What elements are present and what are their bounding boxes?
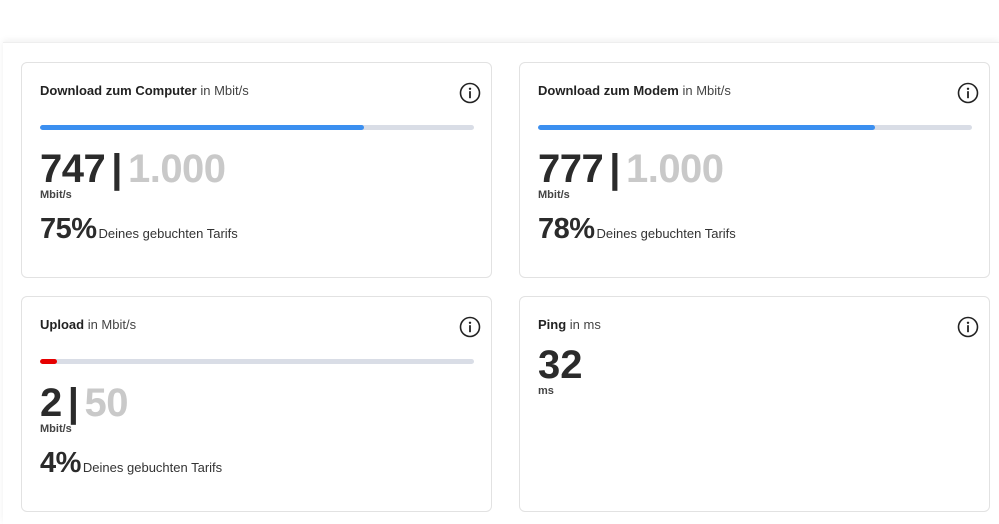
tariff-percent: 4% (40, 447, 81, 479)
progress-bar-fill (40, 359, 58, 364)
download-computer-card: Download zum Computer in Mbit/s 747 | 1.00… (21, 62, 492, 278)
tariff-percent: 75% (40, 213, 97, 245)
card-title-label: Upload (40, 317, 85, 332)
card-title: Download zum Computer in Mbit/s (40, 83, 249, 98)
info-icon[interactable] (459, 316, 481, 338)
ping-card: Ping in ms 32 ms (519, 296, 990, 512)
card-title: Download zum Modem in Mbit/s (538, 83, 731, 98)
tariff-percent-label: Deines gebuchten Tarifs (98, 226, 238, 241)
speed-readout: 777 | 1.000 (538, 147, 724, 191)
speed-unit: Mbit/s (538, 189, 570, 201)
card-title-unit: in Mbit/s (200, 83, 249, 98)
upload-card: Upload in Mbit/s 2 | 50 Mbit/s 4% Deines g… (21, 296, 492, 512)
card-title-unit: in Mbit/s (87, 317, 137, 332)
ping-unit: ms (538, 385, 554, 397)
tariff-percent: 78% (538, 213, 595, 245)
speed-unit: Mbit/s (40, 189, 72, 201)
speed-unit: Mbit/s (40, 423, 72, 435)
card-title-unit: in ms (569, 317, 601, 332)
progress-bar (538, 125, 972, 130)
progress-bar (40, 125, 474, 130)
info-icon[interactable] (957, 316, 979, 338)
speed-separator: | (609, 147, 620, 191)
tariff-percent-row: 4% Deines gebuchten Tarifs (40, 447, 222, 480)
card-title-unit: in Mbit/s (682, 83, 731, 98)
card-title: Upload in Mbit/s (40, 317, 136, 332)
results-panel: Download zum Computer in Mbit/s 747 | 1.00… (3, 42, 999, 524)
card-title-label: Ping (538, 317, 567, 332)
speed-max: 50 (84, 381, 128, 425)
speed-value: 2 (40, 381, 62, 425)
info-icon[interactable] (459, 82, 481, 104)
speed-max: 1.000 (127, 147, 226, 191)
speed-separator: | (67, 381, 79, 425)
card-title-label: Download zum Computer (40, 83, 197, 98)
progress-bar-fill (40, 125, 365, 130)
card-title: Ping in ms (538, 317, 601, 332)
speed-readout: 2 | 50 (40, 381, 128, 425)
tariff-percent-row: 78% Deines gebuchten Tarifs (538, 213, 736, 246)
tariff-percent-label: Deines gebuchten Tarifs (596, 226, 736, 241)
progress-bar-fill (538, 125, 876, 130)
ping-value: 32 (538, 343, 583, 387)
speed-separator: | (111, 147, 122, 191)
card-title-label: Download zum Modem (538, 83, 679, 98)
speed-max: 1.000 (625, 147, 724, 191)
download-modem-card: Download zum Modem in Mbit/s 777 | 1.000 M… (519, 62, 990, 278)
tariff-percent-label: Deines gebuchten Tarifs (82, 460, 223, 475)
speed-readout: 747 | 1.000 (40, 147, 226, 191)
speed-value: 747 (40, 147, 106, 191)
speed-value: 777 (538, 147, 604, 191)
tariff-percent-row: 75% Deines gebuchten Tarifs (40, 213, 238, 246)
info-icon[interactable] (957, 82, 979, 104)
progress-bar (40, 359, 474, 364)
